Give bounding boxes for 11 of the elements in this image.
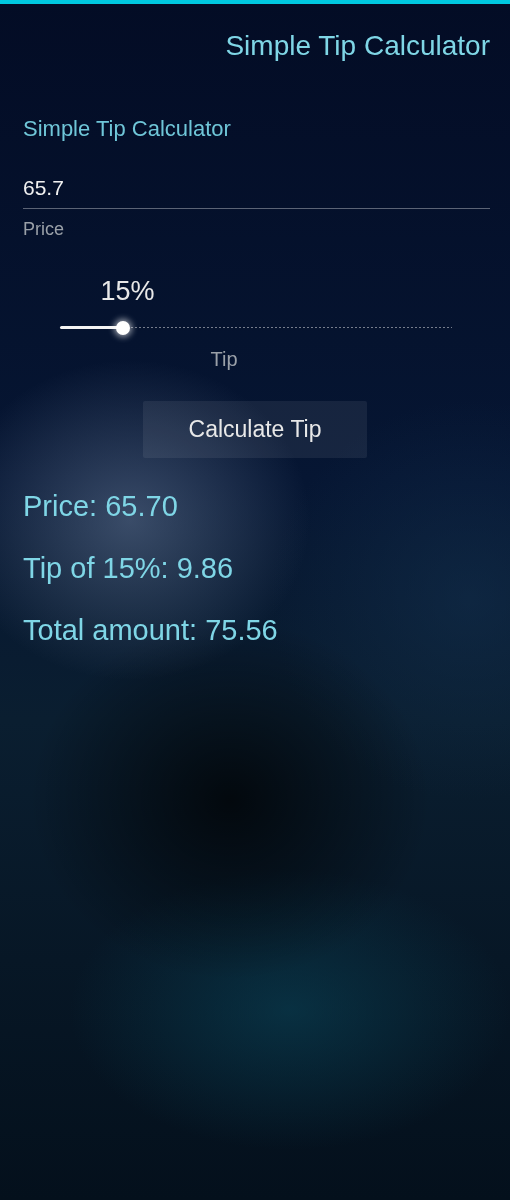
result-text: Tip of 15%: 9.86	[23, 551, 234, 586]
price-field[interactable]: 65.7	[23, 176, 490, 209]
calculate-tip-button[interactable]: Calculate Tip	[143, 401, 367, 458]
result-text: Total amount: 75.56	[23, 613, 278, 648]
slider-handle[interactable]	[115, 321, 130, 335]
field-label: Price	[23, 219, 64, 240]
page-title: Simple Tip Calculator	[225, 30, 490, 62]
result-text: Price: 65.70	[23, 489, 178, 524]
section-header: Simple Tip Calculator	[23, 116, 231, 142]
slider-value: 15%	[100, 276, 155, 307]
slider-label: Tip	[210, 348, 238, 371]
